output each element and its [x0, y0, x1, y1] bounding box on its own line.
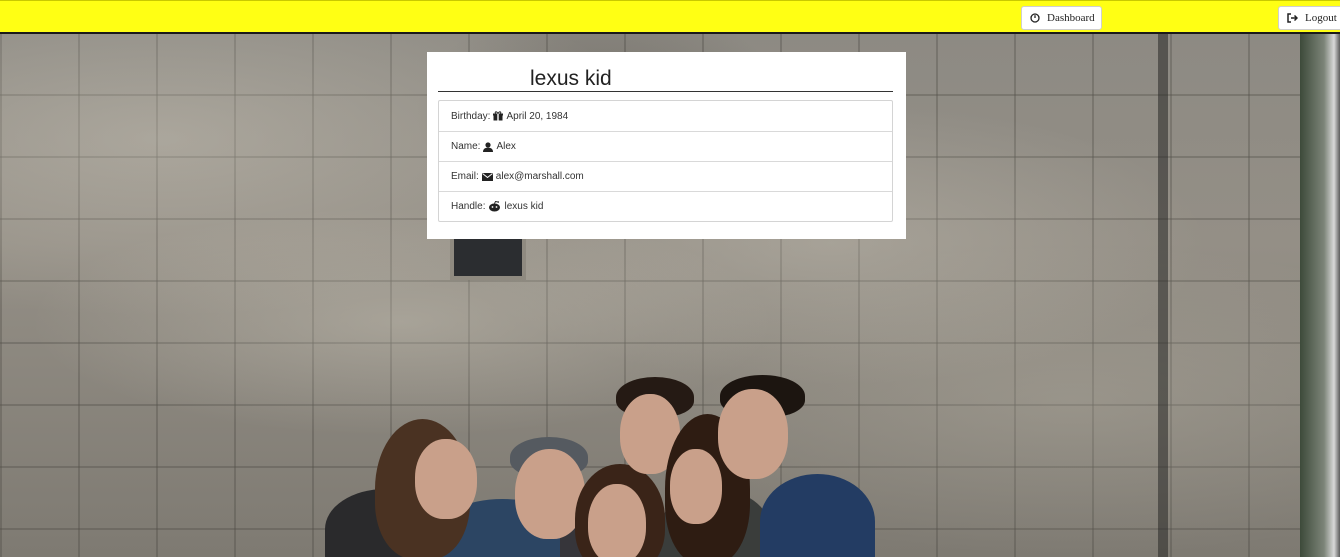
dashboard-icon — [1030, 13, 1040, 23]
top-navbar: Dashboard Logout — [0, 0, 1340, 34]
user-icon — [483, 141, 494, 152]
envelope-icon — [481, 172, 493, 181]
gift-icon — [493, 111, 504, 121]
right-edge-foliage — [1300, 34, 1340, 557]
birthday-value: April 20, 1984 — [506, 110, 569, 122]
birthday-row: Birthday: April 20, 1984 — [439, 101, 892, 131]
handle-label: Handle: — [451, 201, 486, 212]
handle-value: lexus kid — [504, 201, 544, 212]
name-row: Name: Alex — [439, 131, 892, 161]
logout-icon — [1287, 13, 1298, 23]
name-label: Name: — [451, 141, 481, 152]
birthday-label: Birthday: — [451, 110, 491, 122]
dashboard-button[interactable]: Dashboard — [1021, 6, 1102, 30]
handle-row: Handle: lexus kid — [439, 191, 892, 221]
profile-card: lexus kid Birthday: April 20, 1984 Name:… — [427, 52, 906, 239]
profile-title: lexus kid — [438, 66, 893, 92]
name-value: Alex — [496, 141, 516, 152]
email-row: Email: alex@marshall.com — [439, 161, 892, 191]
family-group — [320, 339, 880, 557]
wall-window — [450, 234, 526, 280]
email-value: alex@marshall.com — [495, 171, 584, 182]
logout-button[interactable]: Logout — [1278, 6, 1340, 30]
email-label: Email: — [451, 171, 479, 182]
reddit-icon — [488, 201, 501, 212]
profile-info-list: Birthday: April 20, 1984 Name: Alex Emai… — [438, 100, 893, 222]
drain-pipe — [1158, 34, 1168, 557]
logout-label: Logout — [1305, 12, 1337, 24]
dashboard-label: Dashboard — [1047, 12, 1095, 24]
